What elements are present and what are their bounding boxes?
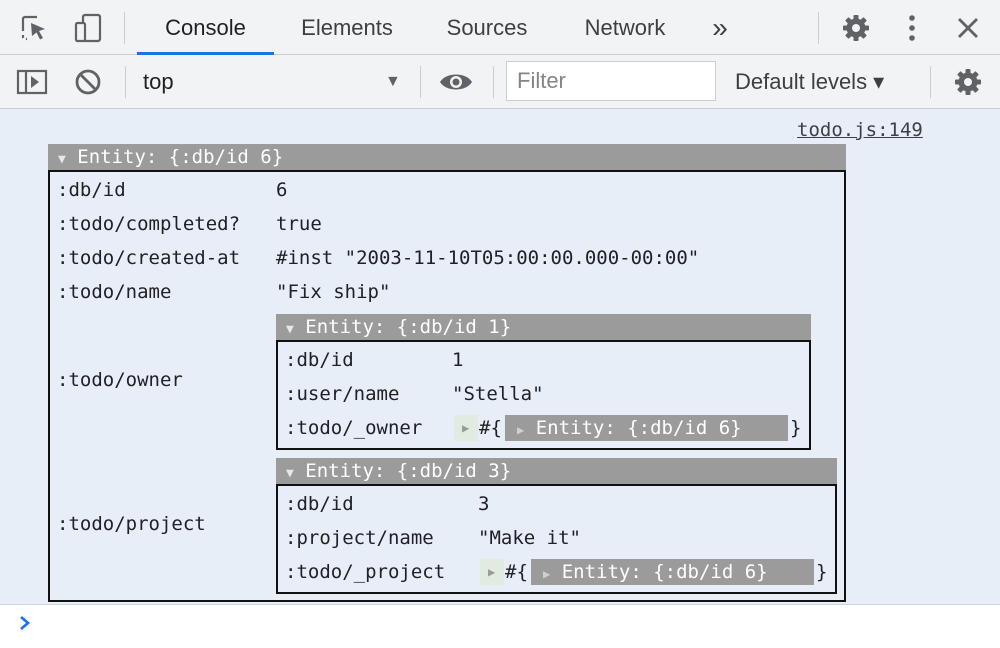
triangle-down-icon: ▼ [286, 322, 294, 337]
entity-header-label: Entity: {:db/id 6} [77, 146, 284, 168]
entity-key: :user/name [285, 383, 400, 405]
nested-entity-header[interactable]: ▼ Entity: {:db/id 3} [276, 458, 837, 484]
triangle-right-icon[interactable]: ▶ [462, 415, 469, 441]
close-devtools-button[interactable] [948, 0, 988, 55]
entity-header-label: Entity: {:db/id 1} [305, 316, 512, 338]
entity-value: "Fix ship" [276, 281, 391, 303]
set-close: } [816, 561, 828, 583]
show-sidebar-button[interactable] [12, 55, 52, 109]
entity-key: :todo/created-at [57, 247, 241, 269]
tab-divider [818, 12, 819, 44]
entity-key: :todo/name [57, 281, 172, 303]
console-toolbar: top ▼ Default levels ▾ [0, 55, 1000, 109]
triangle-right-icon[interactable]: ▶ [488, 559, 495, 585]
devtools-tab-bar: Console Elements Sources Network » [0, 0, 1000, 55]
gear-icon [843, 14, 869, 41]
source-link[interactable]: todo.js:149 [797, 119, 923, 141]
chevron-down-icon[interactable]: ▼ [385, 55, 401, 109]
set-close: } [790, 417, 802, 439]
entity-key: :project/name [285, 527, 434, 549]
set-open: #{ [479, 417, 502, 439]
set-open: #{ [505, 561, 528, 583]
entity-ref-chip[interactable]: ▶ Entity: {:db/id 6} [505, 415, 788, 441]
entity-key: :todo/completed? [57, 213, 241, 235]
context-selector[interactable]: top [143, 55, 174, 109]
entity-value: #inst "2003-11-10T05:00:00.000-00:00" [276, 247, 700, 269]
inspect-element-button[interactable] [14, 0, 54, 55]
settings-button[interactable] [836, 0, 876, 55]
tab-network[interactable]: Network [564, 0, 686, 55]
entity-ref-label: Entity: {:db/id 6} [561, 561, 768, 583]
sidebar-toggle-icon [16, 69, 48, 95]
close-icon [958, 17, 978, 38]
toolbar-divider [930, 66, 931, 98]
inspect-icon [21, 15, 45, 40]
filter-input[interactable] [506, 61, 716, 101]
clear-icon [75, 69, 101, 95]
nested-entity-header[interactable]: ▼ Entity: {:db/id 1} [276, 314, 811, 340]
toolbar-divider [125, 66, 126, 98]
clear-console-button[interactable] [68, 55, 108, 109]
entity-key: :db/id [57, 179, 126, 201]
device-mode-icon [74, 13, 102, 42]
entity-key: :todo/owner [57, 369, 183, 391]
entity-value: "Make it" [478, 527, 581, 549]
entity-value: 6 [276, 179, 288, 201]
entity-value: 1 [452, 349, 464, 371]
console-prompt[interactable] [16, 612, 34, 634]
gear-icon [955, 69, 981, 95]
tab-divider [124, 12, 125, 44]
triangle-right-icon: ▶ [517, 423, 525, 437]
tab-sources[interactable]: Sources [426, 0, 548, 55]
entity-key: :todo/_project [285, 561, 446, 583]
customize-menu-button[interactable] [894, 0, 930, 55]
tab-console[interactable]: Console [137, 0, 274, 55]
entity-header[interactable]: ▼ Entity: {:db/id 6} [48, 144, 846, 170]
triangle-down-icon: ▼ [286, 466, 294, 481]
entity-value: "Stella" [452, 383, 544, 405]
entity-ref-chip[interactable]: ▶ Entity: {:db/id 6} [531, 559, 814, 585]
entity-ref-label: Entity: {:db/id 6} [535, 417, 742, 439]
entity-header-label: Entity: {:db/id 3} [305, 460, 512, 482]
entity-key: :todo/_owner [285, 417, 423, 439]
entity-value: true [276, 213, 322, 235]
live-expression-button[interactable] [436, 55, 476, 109]
entity-key: :db/id [285, 349, 354, 371]
prompt-chevron-icon [20, 616, 30, 630]
log-levels-dropdown[interactable]: Default levels ▾ [735, 55, 884, 109]
device-toggle-button[interactable] [68, 0, 108, 55]
entity-key: :db/id [285, 493, 354, 515]
triangle-right-icon: ▶ [543, 567, 551, 581]
triangle-down-icon: ▼ [58, 152, 66, 167]
toolbar-divider [420, 66, 421, 98]
tab-elements[interactable]: Elements [282, 0, 412, 55]
entity-key: :todo/project [57, 513, 206, 535]
toolbar-divider [493, 66, 494, 98]
console-settings-button[interactable] [948, 55, 988, 109]
entity-value: 3 [478, 493, 490, 515]
kebab-menu-icon [909, 14, 915, 41]
more-tabs-button[interactable]: » [700, 0, 740, 55]
eye-icon [440, 74, 472, 90]
console-message: todo.js:149 ▼ Entity: {:db/id 6} :db/id … [0, 109, 1000, 605]
